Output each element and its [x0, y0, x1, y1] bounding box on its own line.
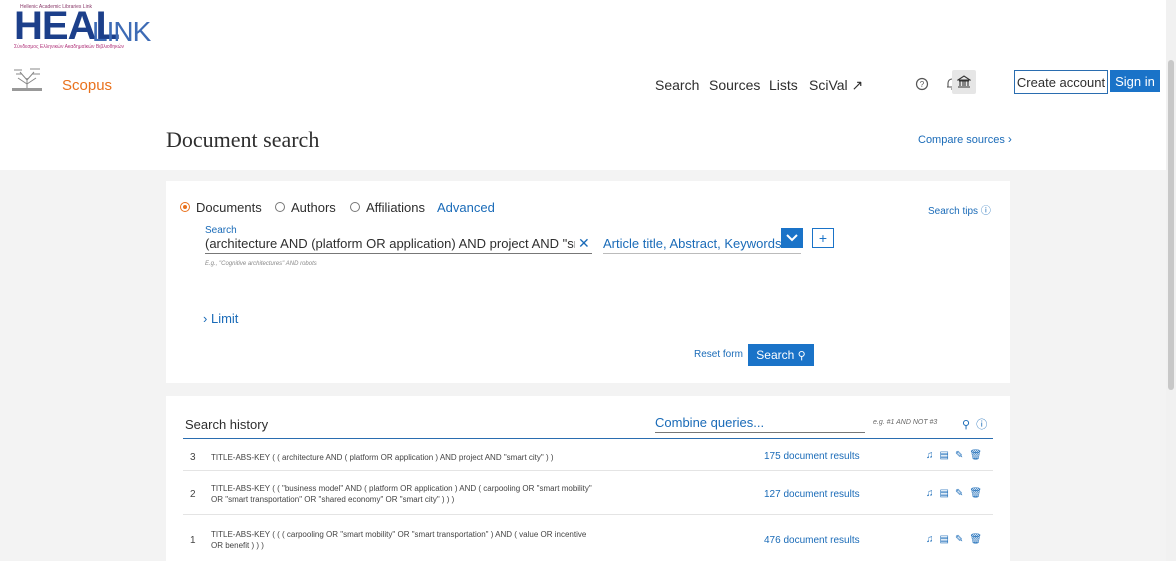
institution-icon[interactable]	[952, 70, 976, 94]
page-title: Document search	[166, 127, 320, 152]
history-row-query: TITLE-ABS-KEY ( ( ( carpooling OR "smart…	[211, 530, 587, 539]
search-hint: E.g., "Cognitive architectures" AND robo…	[205, 261, 317, 267]
heal-logo-subtitle: Σύνδεσμος Ελληνικών Ακαδημαϊκών Βιβλιοθη…	[14, 44, 125, 50]
delete-icon[interactable]: 🗑	[969, 450, 988, 461]
search-history-divider	[183, 438, 993, 439]
history-row-actions: ♫▤✎🗑	[926, 488, 988, 499]
save-icon[interactable]: ▤	[940, 488, 955, 499]
affiliations-radio[interactable]	[350, 202, 360, 212]
scopus-logo[interactable]: Scopus	[62, 77, 112, 94]
documents-radio[interactable]	[180, 202, 190, 212]
history-row-divider	[183, 470, 993, 471]
search-input-underline	[205, 253, 592, 254]
affiliations-tab-label[interactable]: Affiliations	[366, 200, 425, 215]
edit-icon[interactable]: ✎	[955, 534, 969, 545]
chevron-right-icon: ›	[203, 311, 208, 326]
delete-icon[interactable]: 🗑	[969, 488, 988, 499]
add-search-field-button[interactable]: +	[812, 228, 834, 248]
scrollbar-thumb[interactable]	[1168, 60, 1174, 390]
nav-search[interactable]: Search	[655, 77, 699, 93]
history-row-query-line2: OR benefit ) ) )	[211, 541, 264, 550]
set-alert-icon[interactable]: ♫	[926, 488, 940, 499]
combine-example: e.g. #1 AND NOT #3	[873, 419, 938, 426]
combine-input-underline	[655, 432, 865, 433]
edit-icon[interactable]: ✎	[955, 450, 969, 461]
search-icon: ⚲	[797, 349, 806, 362]
history-row-divider	[183, 514, 993, 515]
nav-sources[interactable]: Sources	[709, 77, 760, 93]
limit-label: Limit	[210, 311, 239, 326]
nav-scival[interactable]: SciVal ↗	[809, 77, 863, 94]
authors-radio[interactable]	[275, 202, 285, 212]
history-row-query: TITLE-ABS-KEY ( ( "business model" AND (…	[211, 484, 592, 493]
search-tips-link[interactable]: Search tips ⓘ	[928, 202, 991, 217]
combine-actions: ⚲ ⓘ	[962, 416, 987, 432]
search-field-label: Search	[205, 225, 237, 236]
search-button[interactable]: Search ⚲	[748, 344, 814, 366]
documents-tab-label[interactable]: Documents	[196, 200, 262, 215]
history-row-results-link[interactable]: 127 document results	[764, 489, 860, 500]
advanced-search-link[interactable]: Advanced	[437, 200, 495, 215]
history-row-results-link[interactable]: 476 document results	[764, 535, 860, 546]
compare-sources-label: Compare sources	[918, 134, 1005, 146]
history-row-actions: ♫▤✎🗑	[926, 450, 988, 461]
sign-in-button[interactable]: Sign in	[1110, 70, 1160, 92]
help-circle-icon: ⓘ	[980, 206, 991, 217]
compare-sources-link[interactable]: Compare sources ›	[918, 132, 1012, 146]
history-row-number: 2	[190, 489, 196, 500]
history-row-results-link[interactable]: 175 document results	[764, 451, 860, 462]
help-circle-icon[interactable]: ⓘ	[976, 419, 987, 431]
history-row-actions: ♫▤✎🗑	[926, 534, 988, 545]
search-history-title: Search history	[185, 417, 269, 432]
search-tips-label: Search tips	[928, 206, 979, 217]
history-row-query: TITLE-ABS-KEY ( ( architecture AND ( pla…	[211, 453, 554, 462]
save-icon[interactable]: ▤	[940, 534, 955, 545]
history-row-number: 1	[190, 535, 196, 546]
reset-form-link[interactable]: Reset form	[694, 349, 743, 360]
limit-toggle[interactable]: › Limit	[203, 311, 238, 326]
history-row-number: 3	[190, 452, 196, 463]
search-button-label: Search	[756, 348, 795, 362]
chevron-right-icon: ›	[1007, 132, 1012, 146]
elsevier-tree-logo-icon[interactable]	[10, 66, 44, 92]
bell-icon[interactable]	[920, 74, 940, 94]
set-alert-icon[interactable]: ♫	[926, 450, 940, 461]
nav-lists[interactable]: Lists	[769, 77, 798, 93]
search-icon[interactable]: ⚲	[962, 419, 970, 431]
field-select[interactable]: Article title, Abstract, Keywords	[603, 236, 781, 251]
save-icon[interactable]: ▤	[940, 450, 955, 461]
field-select-underline	[603, 253, 801, 254]
field-dropdown-button[interactable]	[781, 228, 803, 248]
create-account-button[interactable]: Create account	[1014, 70, 1108, 94]
set-alert-icon[interactable]: ♫	[926, 534, 940, 545]
authors-tab-label[interactable]: Authors	[291, 200, 336, 215]
edit-icon[interactable]: ✎	[955, 488, 969, 499]
search-input[interactable]: (architecture AND (platform OR applicati…	[205, 236, 575, 251]
history-row-query-line2: OR "smart transportation" OR "shared eco…	[211, 495, 455, 504]
clear-search-icon[interactable]: ✕	[578, 235, 590, 252]
combine-queries-input[interactable]: Combine queries...	[655, 415, 764, 430]
chevron-down-icon	[786, 234, 798, 242]
delete-icon[interactable]: 🗑	[969, 534, 988, 545]
